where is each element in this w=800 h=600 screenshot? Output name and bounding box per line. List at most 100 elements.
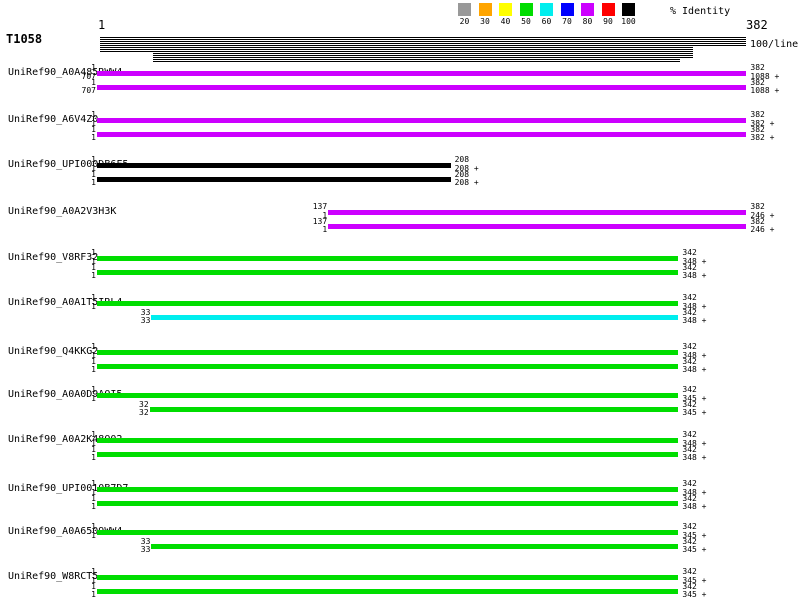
legend-swatch-20 <box>458 3 471 16</box>
ruler-start-label: 1 <box>98 19 105 31</box>
query-start-label: 1 <box>56 446 96 454</box>
query-end-label: 342 <box>682 294 696 302</box>
alignment-bar <box>97 132 746 137</box>
legend-swatch-50 <box>520 3 533 16</box>
alignment-bar <box>97 438 678 443</box>
query-end-label: 342 <box>682 480 696 488</box>
subject-start-label: 32 <box>109 409 149 417</box>
alignment-bar <box>97 301 678 306</box>
subject-start-label: 33 <box>110 546 150 554</box>
subject-end-strand-label: 345 + <box>682 591 706 599</box>
legend-swatch-30 <box>479 3 492 16</box>
query-start-label: 1 <box>56 343 96 351</box>
query-start-label: 1 <box>56 126 96 134</box>
subject-start-label: 1 <box>56 454 96 462</box>
query-start-label: 1 <box>56 495 96 503</box>
query-start-label: 137 <box>287 218 327 226</box>
alignment-bar <box>97 350 678 355</box>
subject-end-strand-label: 246 + <box>750 226 774 234</box>
alignment-bar <box>97 393 678 398</box>
query-start-label: 1 <box>56 156 96 164</box>
query-end-label: 342 <box>682 568 696 576</box>
alignment-bar <box>151 544 678 549</box>
alignment-bar <box>97 575 678 580</box>
query-start-label: 1 <box>56 583 96 591</box>
query-start-label: 1 <box>56 358 96 366</box>
legend-swatch-70 <box>561 3 574 16</box>
legend-swatch-80 <box>581 3 594 16</box>
subject-start-label: 707 <box>56 87 96 95</box>
subject-end-strand-label: 382 + <box>750 134 774 142</box>
query-start-label: 1 <box>56 568 96 576</box>
query-start-label: 1 <box>56 264 96 272</box>
subject-end-strand-label: 208 + <box>455 179 479 187</box>
query-start-label: 1 <box>56 111 96 119</box>
subject-end-strand-label: 348 + <box>682 272 706 280</box>
page-title: T1058 <box>6 33 42 45</box>
alignment-bar <box>97 85 746 90</box>
alignment-bar <box>97 270 678 275</box>
alignment-bar <box>151 315 678 320</box>
subject-start-label: 1 <box>56 395 96 403</box>
query-start-label: 1 <box>56 523 96 531</box>
subject-end-strand-label: 348 + <box>682 317 706 325</box>
subject-end-strand-label: 345 + <box>682 546 706 554</box>
legend-bin-label: 20 <box>455 18 475 26</box>
subject-end-strand-label: 348 + <box>682 503 706 511</box>
query-end-label: 342 <box>682 249 696 257</box>
legend-swatch-40 <box>499 3 512 16</box>
legend-bin-label: 70 <box>557 18 577 26</box>
subject-end-strand-label: 348 + <box>682 366 706 374</box>
subject-start-label: 1 <box>287 226 327 234</box>
alignment-bar <box>328 210 746 215</box>
query-start-label: 1 <box>56 386 96 394</box>
query-end-label: 208 <box>455 156 469 164</box>
legend-bin-label: 80 <box>578 18 598 26</box>
subject-start-label: 1 <box>56 591 96 599</box>
subject-start-label: 1 <box>56 366 96 374</box>
alignment-bar <box>328 224 746 229</box>
subject-start-label: 1 <box>56 179 96 187</box>
subject-start-label: 1 <box>56 503 96 511</box>
alignment-bar <box>97 118 746 123</box>
legend-bin-label: 90 <box>598 18 618 26</box>
query-start-label: 1 <box>56 64 96 72</box>
query-start-label: 1 <box>56 249 96 257</box>
ruler-end-label: 382 <box>746 19 768 31</box>
alignment-bar <box>97 163 451 168</box>
query-start-label: 1 <box>56 480 96 488</box>
hit-label: UniRef90_A0A2V3H3K <box>8 207 116 217</box>
query-end-label: 342 <box>682 386 696 394</box>
subject-start-label: 1 <box>56 303 96 311</box>
alignment-bar <box>97 530 678 535</box>
query-start-label: 1 <box>56 431 96 439</box>
alignment-bar <box>97 501 678 506</box>
legend-bin-label: 50 <box>516 18 536 26</box>
subject-start-label: 1 <box>56 272 96 280</box>
alignment-bar <box>97 71 746 76</box>
alignment-bar <box>97 487 678 492</box>
query-end-label: 382 <box>750 64 764 72</box>
query-start-label: 137 <box>287 203 327 211</box>
query-end-label: 342 <box>682 523 696 531</box>
query-end-label: 382 <box>750 203 764 211</box>
alignment-bar <box>97 256 678 261</box>
query-end-label: 342 <box>682 431 696 439</box>
alignment-bar <box>150 407 679 412</box>
ruler-scale-label: 100/line <box>750 40 798 50</box>
subject-start-label: 1 <box>56 532 96 540</box>
query-start-label: 1 <box>56 171 96 179</box>
legend-swatch-100 <box>622 3 635 16</box>
query-start-label: 1 <box>56 294 96 302</box>
alignment-bar <box>97 452 678 457</box>
alignment-bar <box>97 589 678 594</box>
query-end-label: 342 <box>682 343 696 351</box>
alignment-bar <box>97 177 451 182</box>
legend-swatch-60 <box>540 3 553 16</box>
subject-end-strand-label: 1088 + <box>750 87 779 95</box>
subject-end-strand-label: 345 + <box>682 409 706 417</box>
subject-end-strand-label: 348 + <box>682 454 706 462</box>
legend-bin-label: 100 <box>619 18 639 26</box>
stripe-block-4 <box>153 59 680 63</box>
legend-title: % Identity <box>670 7 730 17</box>
